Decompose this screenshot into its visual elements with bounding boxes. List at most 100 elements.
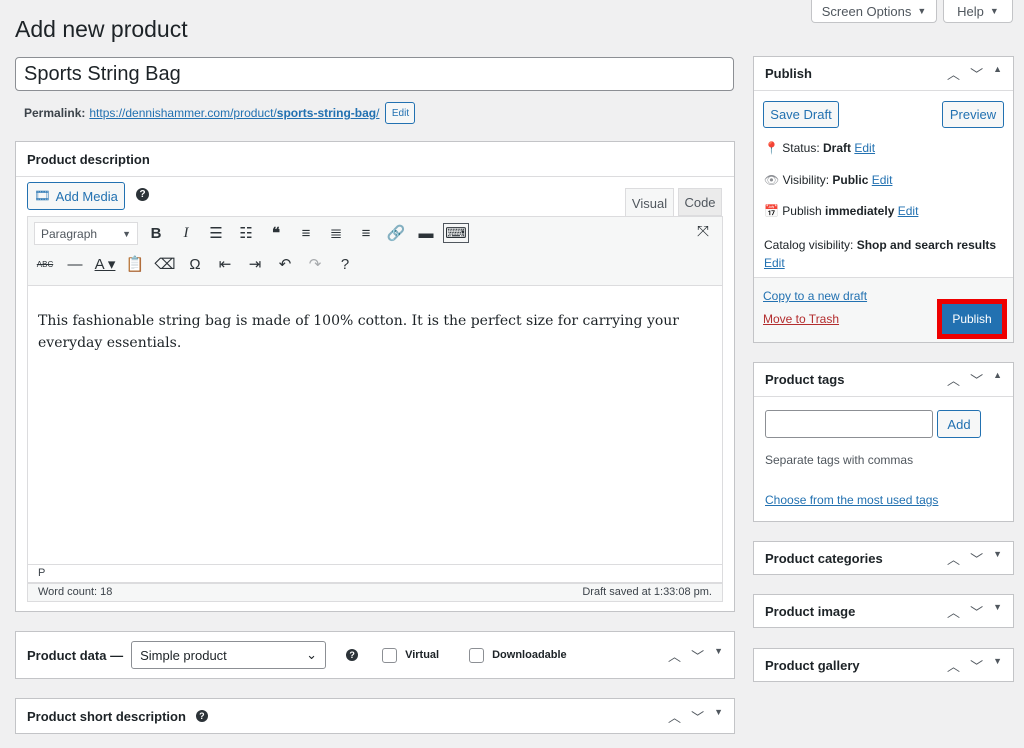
- box-title: Product categories: [765, 551, 883, 566]
- editor-content[interactable]: This fashionable string bag is made of 1…: [27, 286, 723, 565]
- toggle-panel-icon[interactable]: ▼: [993, 602, 1002, 621]
- product-type-select[interactable]: Simple product ⌄: [131, 641, 326, 669]
- tags-hint: Separate tags with commas: [765, 453, 913, 467]
- move-down-icon[interactable]: ﹀: [691, 646, 704, 665]
- visibility-row: 👁 Visibility: Public Edit: [764, 173, 892, 187]
- move-up-icon[interactable]: ︿: [947, 656, 960, 675]
- tab-code[interactable]: Code: [678, 188, 722, 216]
- add-media-button[interactable]: 🎞Add Media: [27, 182, 125, 210]
- toolbar-toggle-icon[interactable]: ⌨: [443, 223, 469, 243]
- box-title: Product tags: [765, 372, 844, 387]
- publish-time-value: immediately: [825, 204, 894, 218]
- permalink-label: Permalink:: [24, 106, 85, 120]
- toggle-panel-icon[interactable]: ▼: [993, 656, 1002, 675]
- product-image-box: Product image ︿ ﹀ ▼: [753, 594, 1014, 628]
- keyboard-help-icon[interactable]: ?: [330, 256, 360, 273]
- move-up-icon[interactable]: ︿: [668, 646, 681, 665]
- chevron-down-icon: ⌄: [306, 647, 317, 663]
- downloadable-label: Downloadable: [492, 649, 567, 661]
- publish-time-row: 📅 Publish immediately Edit: [764, 204, 918, 218]
- permalink-edit-button[interactable]: Edit: [385, 102, 415, 124]
- move-down-icon[interactable]: ﹀: [691, 707, 704, 726]
- status-label: Status:: [782, 141, 819, 155]
- permalink-link[interactable]: https://dennishammer.com/product/sports-…: [89, 106, 379, 120]
- virtual-checkbox[interactable]: [382, 648, 397, 663]
- pin-icon: 📍: [764, 141, 779, 155]
- move-up-icon[interactable]: ︿: [947, 549, 960, 568]
- toggle-panel-icon[interactable]: ▲: [993, 370, 1002, 389]
- preview-button[interactable]: Preview: [942, 101, 1004, 128]
- tag-input[interactable]: [765, 410, 933, 438]
- virtual-label: Virtual: [405, 649, 439, 661]
- italic-icon[interactable]: I: [171, 225, 201, 242]
- editor-toolbar: Paragraph▼ BI☰☷❝≡≣≡🔗▬⌨ ⤧ ABC—A ▾📋⌫Ω⇤⇥↶↷?: [27, 216, 723, 286]
- format-select[interactable]: Paragraph▼: [34, 222, 138, 245]
- element-path: P: [27, 565, 723, 583]
- read-more-icon[interactable]: ▬: [411, 225, 441, 242]
- clear-formatting-icon[interactable]: ⌫: [150, 255, 180, 273]
- product-tags-box: Product tags ︿ ﹀ ▲ Add Separate tags with c…: [753, 362, 1014, 522]
- move-up-icon[interactable]: ︿: [668, 707, 681, 726]
- move-up-icon[interactable]: ︿: [947, 370, 960, 389]
- special-character-icon[interactable]: Ω: [180, 256, 210, 273]
- bold-icon[interactable]: B: [141, 225, 171, 242]
- indent-icon[interactable]: ⇥: [240, 255, 270, 273]
- tab-visual[interactable]: Visual: [625, 188, 674, 217]
- text-color-icon[interactable]: A ▾: [90, 255, 120, 273]
- box-title: Product short description: [27, 709, 186, 724]
- box-header: Product description: [16, 142, 734, 177]
- fullscreen-icon[interactable]: ⤧: [688, 223, 718, 240]
- add-tag-button[interactable]: Add: [937, 410, 981, 438]
- help-icon[interactable]: ?: [136, 188, 149, 201]
- choose-tags-link[interactable]: Choose from the most used tags: [765, 493, 938, 507]
- move-down-icon[interactable]: ﹀: [970, 656, 983, 675]
- help-icon[interactable]: ?: [346, 649, 358, 661]
- undo-icon[interactable]: ↶: [270, 255, 300, 273]
- publish-time-edit-link[interactable]: Edit: [898, 204, 919, 218]
- toggle-panel-icon[interactable]: ▲: [993, 64, 1002, 83]
- strikethrough-icon[interactable]: ABC: [30, 260, 60, 269]
- horizontal-line-icon[interactable]: —: [60, 256, 90, 273]
- link-icon[interactable]: 🔗: [381, 224, 411, 242]
- toggle-panel-icon[interactable]: ▼: [993, 549, 1002, 568]
- numbered-list-icon[interactable]: ☷: [231, 224, 261, 242]
- save-draft-button[interactable]: Save Draft: [763, 101, 839, 128]
- redo-icon[interactable]: ↷: [300, 255, 330, 273]
- eye-icon: 👁: [764, 173, 779, 187]
- copy-to-draft-link[interactable]: Copy to a new draft: [763, 289, 867, 303]
- toggle-panel-icon[interactable]: ▼: [714, 646, 723, 665]
- bullet-list-icon[interactable]: ☰: [201, 224, 231, 242]
- help-button[interactable]: Help▼: [943, 0, 1013, 23]
- align-left-icon[interactable]: ≡: [291, 225, 321, 242]
- outdent-icon[interactable]: ⇤: [210, 255, 240, 273]
- downloadable-checkbox[interactable]: [469, 648, 484, 663]
- help-icon[interactable]: ?: [196, 710, 208, 722]
- align-center-icon[interactable]: ≣: [321, 224, 351, 242]
- box-title: Product gallery: [765, 658, 860, 673]
- draft-saved-status: Draft saved at 1:33:08 pm.: [582, 586, 712, 599]
- move-up-icon[interactable]: ︿: [947, 602, 960, 621]
- paste-text-icon[interactable]: 📋: [120, 255, 150, 273]
- align-right-icon[interactable]: ≡: [351, 225, 381, 242]
- screen-options-button[interactable]: Screen Options▼: [811, 0, 937, 23]
- move-down-icon[interactable]: ﹀: [970, 602, 983, 621]
- move-to-trash-link[interactable]: Move to Trash: [763, 312, 839, 326]
- publish-button[interactable]: Publish: [942, 304, 1002, 334]
- publish-highlight: Publish: [937, 299, 1007, 339]
- status-edit-link[interactable]: Edit: [854, 141, 875, 155]
- product-type-value: Simple product: [140, 648, 227, 663]
- toggle-panel-icon[interactable]: ▼: [714, 707, 723, 726]
- publish-box: Publish︿﹀▲ Save Draft Preview 📍 Status: …: [753, 56, 1014, 343]
- blockquote-icon[interactable]: ❝: [261, 224, 291, 242]
- box-title: Product image: [765, 604, 855, 619]
- visibility-edit-link[interactable]: Edit: [872, 173, 893, 187]
- catalog-edit-link[interactable]: Edit: [764, 256, 785, 270]
- word-count: Word count: 18: [38, 586, 112, 599]
- product-title-input[interactable]: [15, 57, 734, 91]
- move-down-icon[interactable]: ﹀: [970, 549, 983, 568]
- move-down-icon[interactable]: ﹀: [970, 64, 983, 83]
- move-down-icon[interactable]: ﹀: [970, 370, 983, 389]
- visibility-label: Visibility:: [783, 173, 829, 187]
- move-up-icon[interactable]: ︿: [947, 64, 960, 83]
- screen-options-label: Screen Options: [822, 4, 912, 19]
